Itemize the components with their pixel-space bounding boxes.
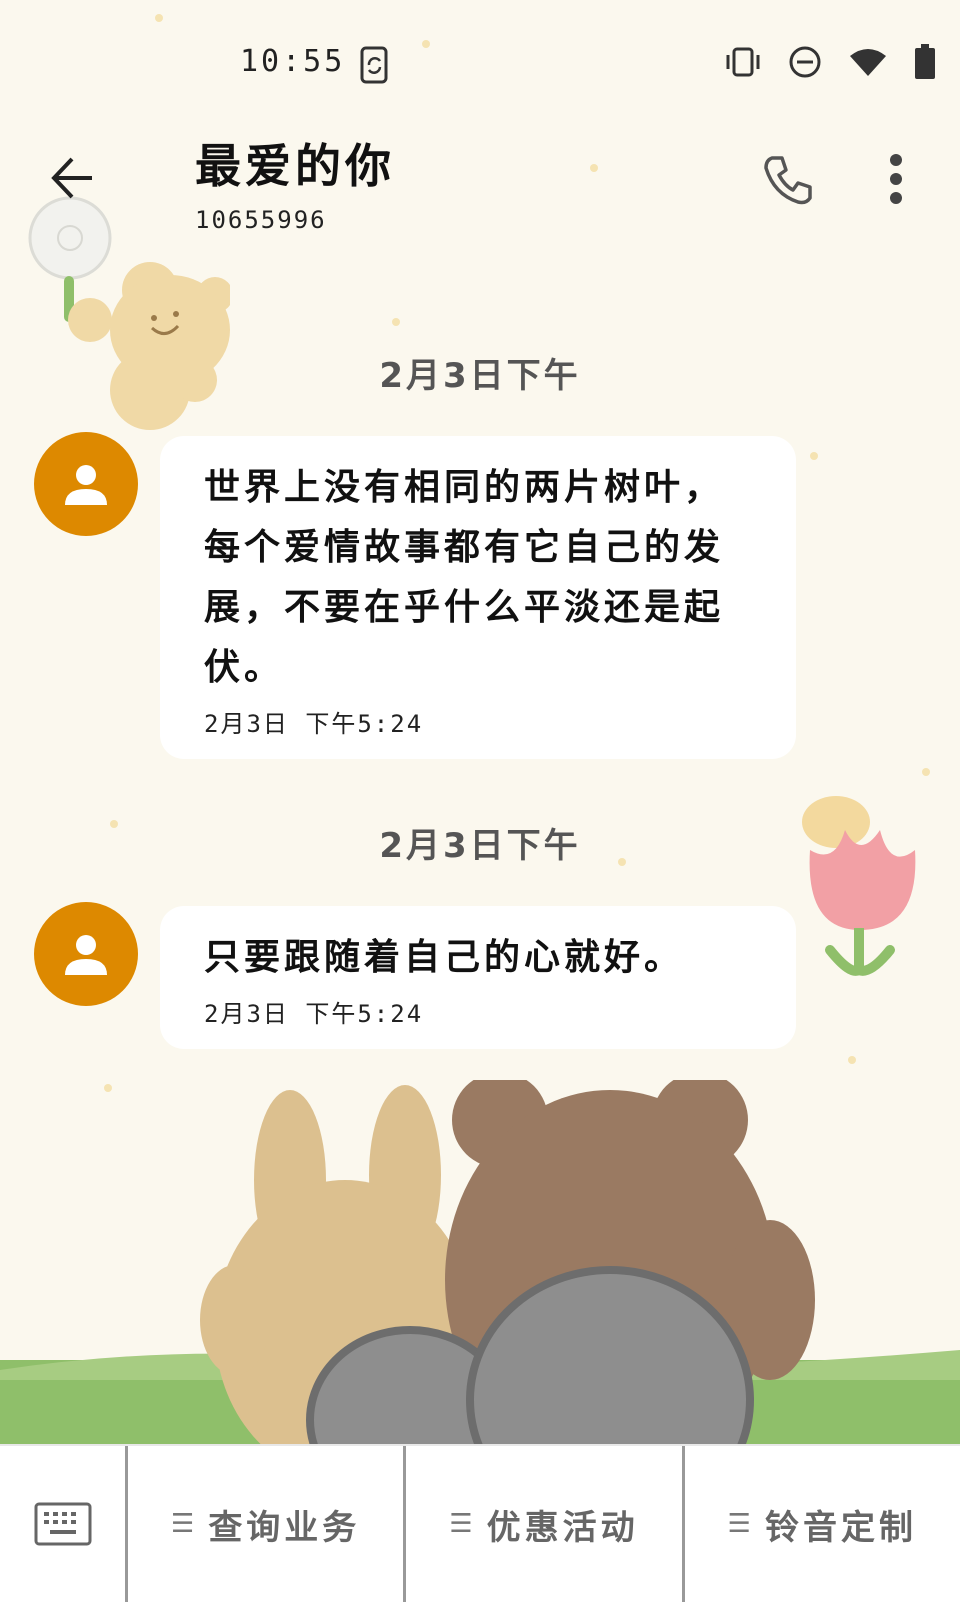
- decor-dot: [392, 318, 400, 326]
- battery-icon: [915, 44, 935, 79]
- bears-background-illustration: [0, 1080, 960, 1444]
- decor-dot: [922, 768, 930, 776]
- bottom-toolbar: ☰ 查询业务 ☰ 优惠活动 ☰ 铃音定制: [0, 1444, 960, 1602]
- avatar[interactable]: [34, 902, 138, 1006]
- vibrate-icon: [726, 47, 760, 77]
- menu-lines-icon: ☰: [727, 1509, 755, 1539]
- menu-promotions[interactable]: ☰ 优惠活动: [406, 1446, 685, 1602]
- contact-number: 10655996: [195, 206, 327, 234]
- keyboard-button[interactable]: [0, 1446, 128, 1602]
- message-bubble[interactable]: 世界上没有相同的两片树叶，每个爱情故事都有它自己的发展，不要在乎什么平淡还是起伏…: [160, 436, 796, 759]
- status-bar: 10:55: [0, 0, 960, 120]
- decor-dot: [810, 452, 818, 460]
- status-time: 10:55: [240, 44, 346, 79]
- date-separator: 2月3日下午: [379, 826, 581, 866]
- avatar[interactable]: [34, 432, 138, 536]
- decor-dot: [848, 1056, 856, 1064]
- wifi-icon: [850, 49, 886, 76]
- keyboard-icon: [34, 1502, 91, 1546]
- back-arrow-icon[interactable]: [50, 155, 96, 201]
- message-bubble[interactable]: 只要跟随着自己的心就好。 2月3日 下午5:24: [160, 906, 796, 1049]
- menu-label: 查询业务: [208, 1507, 361, 1548]
- contact-name: 最爱的你: [195, 139, 395, 193]
- menu-lines-icon: ☰: [449, 1509, 477, 1539]
- phone-icon[interactable]: [762, 154, 814, 206]
- menu-label: 优惠活动: [486, 1507, 639, 1548]
- more-vert-icon[interactable]: [884, 154, 908, 204]
- do-not-disturb-icon: [789, 46, 821, 78]
- message-time: 2月3日 下午5:24: [204, 1000, 424, 1028]
- message-time: 2月3日 下午5:24: [204, 710, 424, 738]
- person-icon: [65, 465, 107, 505]
- message-text: 世界上没有相同的两片树叶，每个爱情故事都有它自己的发展，不要在乎什么平淡还是起伏…: [204, 467, 725, 688]
- menu-ringtone-custom[interactable]: ☰ 铃音定制: [685, 1446, 960, 1602]
- decor-dot: [590, 164, 598, 172]
- menu-lines-icon: ☰: [171, 1509, 199, 1539]
- menu-label: 铃音定制: [764, 1507, 917, 1548]
- message-text: 只要跟随着自己的心就好。: [204, 937, 685, 978]
- menu-query-business[interactable]: ☰ 查询业务: [128, 1446, 407, 1602]
- person-icon: [65, 935, 107, 975]
- screen-rotate-icon: [360, 46, 388, 84]
- date-separator: 2月3日下午: [379, 356, 581, 396]
